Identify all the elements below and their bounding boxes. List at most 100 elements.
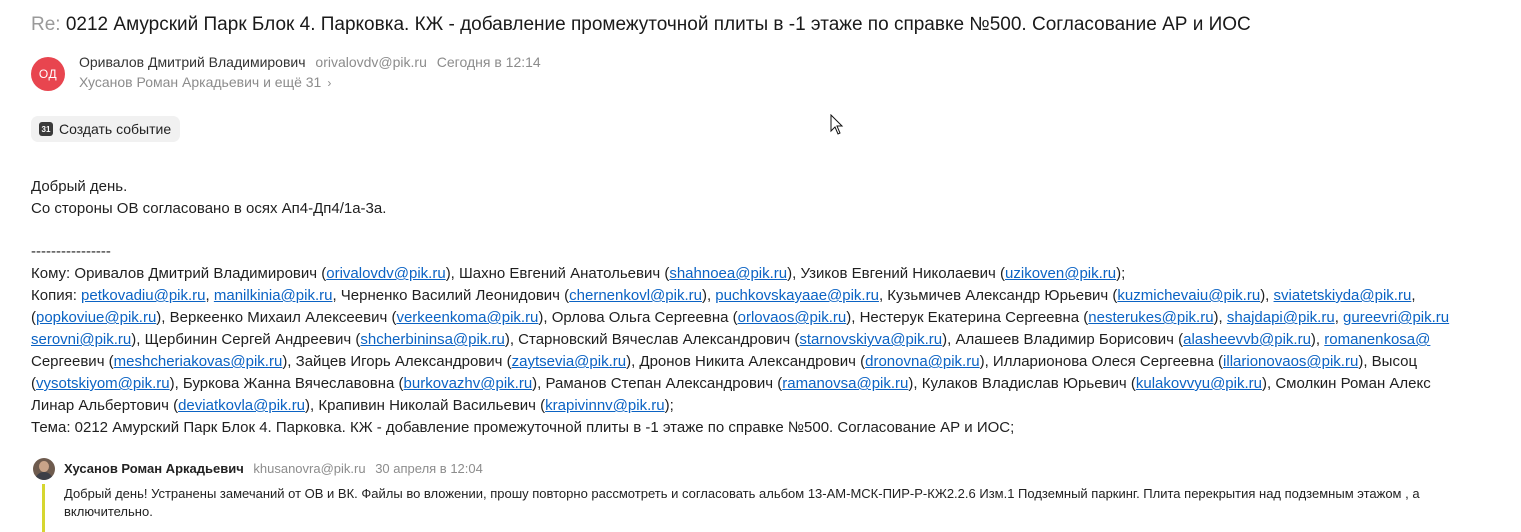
- email-link[interactable]: shajdapi@pik.ru: [1227, 309, 1335, 326]
- text: ),: [1310, 331, 1325, 348]
- email-link[interactable]: petkovadiu@pik.ru: [81, 287, 205, 304]
- text: ), Крапивин Николай Васильевич (: [305, 397, 546, 414]
- email-link[interactable]: ramanovsa@pik.ru: [782, 375, 908, 392]
- text: ), Высоц: [1358, 353, 1418, 370]
- email-link[interactable]: serovni@pik.ru: [31, 331, 131, 348]
- email-link[interactable]: burkovazhv@pik.ru: [404, 375, 533, 392]
- email-subject: Re: 0212 Амурский Парк Блок 4. Парковка.…: [31, 12, 1251, 38]
- create-event-label: Создать событие: [59, 121, 172, 137]
- text: , Кузьмичев Александр Юрьевич (: [878, 287, 1118, 304]
- text: ), Раманов Степан Александрович (: [532, 375, 783, 392]
- text: ,: [1334, 309, 1344, 326]
- text: ), Илларионова Олеся Сергеевна (: [979, 353, 1224, 370]
- message-body: Добрый день. Со стороны ОВ согласовано в…: [31, 176, 1521, 439]
- sender-address[interactable]: orivalovdv@pik.ru: [315, 54, 426, 70]
- quoted-message: Добрый день! Устранены замечаний от ОВ и…: [64, 485, 1521, 521]
- text: ), Шахно Евгений Анатольевич (: [445, 265, 670, 282]
- cc-recipients-line: Копия: petkovadiu@pik.ru, manilkinia@pik…: [31, 285, 1521, 307]
- email-link[interactable]: kuzmichevaiu@pik.ru: [1117, 287, 1260, 304]
- subject-text: 0212 Амурский Парк Блок 4. Парковка. КЖ …: [65, 14, 1251, 35]
- quote-bar: [42, 484, 45, 532]
- email-link[interactable]: dronovna@pik.ru: [865, 353, 979, 370]
- email-link[interactable]: uzikoven@pik.ru: [1005, 265, 1116, 282]
- email-link[interactable]: sviatetskiyda@pik.ru: [1274, 287, 1412, 304]
- cc-recipients-line: serovni@pik.ru), Щербинин Сергей Андреев…: [31, 329, 1521, 351]
- text: ), Смолкин Роман Алекс: [1261, 375, 1431, 392]
- text: ),: [1260, 287, 1274, 304]
- text: ,: [205, 287, 214, 304]
- separator: ----------------: [31, 243, 111, 260]
- cc-recipients-line: Линар Альбертович (deviatkovla@pik.ru), …: [31, 395, 1521, 417]
- create-event-button[interactable]: 31 Создать событие: [31, 116, 181, 142]
- subject-prefix: Re:: [31, 14, 61, 35]
- text: ),: [701, 287, 716, 304]
- recipients-summary[interactable]: Хусанов Роман Аркадьевич и ещё 31: [79, 74, 321, 90]
- quote-sender-address[interactable]: khusanovra@pik.ru: [253, 461, 365, 476]
- email-link[interactable]: alasheevvb@pik.ru: [1183, 331, 1311, 348]
- email-link[interactable]: kulakovvyu@pik.ru: [1136, 375, 1262, 392]
- quote-header: Хусанов Роман Аркадьевич khusanovra@pik.…: [64, 460, 483, 478]
- text: ), Алашеев Владимир Борисович (: [942, 331, 1184, 348]
- text: ), Веркеенко Михаил Алексеевич (: [156, 309, 397, 326]
- text: ), Зайцев Игорь Александрович (: [282, 353, 512, 370]
- email-link[interactable]: verkeenkoma@pik.ru: [396, 309, 538, 326]
- text: ), Старновский Вячеслав Александрович (: [504, 331, 800, 348]
- email-link[interactable]: krapivinnv@pik.ru: [545, 397, 664, 414]
- cc-recipients-line: Сергеевич (meshcheriakovas@pik.ru), Зайц…: [31, 351, 1521, 373]
- message-date: Сегодня в 12:14: [436, 54, 541, 70]
- email-link[interactable]: shcherbininsa@pik.ru: [360, 331, 504, 348]
- quote-sender-name[interactable]: Хусанов Роман Аркадьевич: [64, 461, 244, 476]
- email-link[interactable]: romanenkosa@: [1324, 331, 1430, 348]
- sender-name[interactable]: Оривалов Дмитрий Владимирович: [79, 54, 306, 70]
- text: );: [1116, 265, 1126, 282]
- email-link[interactable]: starnovskiyva@pik.ru: [799, 331, 942, 348]
- quote-date: 30 апреля в 12:04: [375, 461, 483, 476]
- email-link[interactable]: shahnoea@pik.ru: [669, 265, 787, 282]
- text: Кому: Оривалов Дмитрий Владимирович (: [31, 265, 327, 282]
- email-link[interactable]: zaytsevia@pik.ru: [512, 353, 626, 370]
- cc-recipients-line: (popkoviue@pik.ru), Веркеенко Михаил Але…: [31, 307, 1521, 329]
- sender-avatar[interactable]: ОД: [31, 57, 65, 91]
- email-link[interactable]: deviatkovla@pik.ru: [178, 397, 305, 414]
- text: ), Узиков Евгений Николаевич (: [787, 265, 1006, 282]
- greeting: Добрый день.: [31, 178, 128, 195]
- avatar-shirt: [35, 472, 53, 480]
- avatar-face: [39, 461, 49, 472]
- email-link[interactable]: manilkinia@pik.ru: [214, 287, 333, 304]
- recipients-toggle[interactable]: Хусанов Роман Аркадьевич и ещё 31 ›: [79, 73, 331, 92]
- quote-line: включительно.: [64, 504, 153, 519]
- sender-line: Оривалов Дмитрий Владимирович orivalovdv…: [79, 53, 541, 71]
- email-link[interactable]: vysotskiyom@pik.ru: [36, 375, 170, 392]
- text: ,: [1411, 287, 1416, 304]
- text: ), Буркова Жанна Вячеславовна (: [169, 375, 404, 392]
- email-link[interactable]: meshcheriakovas@pik.ru: [114, 353, 283, 370]
- text: Линар Альбертович (: [31, 397, 179, 414]
- email-link[interactable]: nesterukes@pik.ru: [1088, 309, 1213, 326]
- text: ), Щербинин Сергей Андреевич (: [131, 331, 361, 348]
- body-line: Со стороны ОВ согласовано в осях Ап4-Дп4…: [31, 200, 387, 217]
- text: ), Кулаков Владислав Юрьевич (: [908, 375, 1136, 392]
- text: Копия:: [31, 287, 82, 304]
- email-link[interactable]: gureevri@pik.ru: [1343, 309, 1449, 326]
- email-link[interactable]: chernenkovl@pik.ru: [569, 287, 702, 304]
- email-link[interactable]: puchkovskayaae@pik.ru: [715, 287, 879, 304]
- email-link[interactable]: illarionovaos@pik.ru: [1223, 353, 1358, 370]
- text: ), Орлова Ольга Сергеевна (: [538, 309, 738, 326]
- quote-line: Добрый день! Устранены замечаний от ОВ и…: [64, 486, 1420, 501]
- quote-sender-avatar[interactable]: [33, 458, 55, 480]
- cc-recipients-line: (vysotskiyom@pik.ru), Буркова Жанна Вяче…: [31, 373, 1521, 395]
- text: , Черненко Василий Леонидович (: [332, 287, 570, 304]
- chevron-right-icon[interactable]: ›: [327, 74, 331, 92]
- text: ), Нестерук Екатерина Сергеевна (: [846, 309, 1089, 326]
- email-link[interactable]: orlovaos@pik.ru: [738, 309, 847, 326]
- calendar-icon: 31: [39, 122, 53, 136]
- text: Сергеевич (: [31, 353, 114, 370]
- email-link[interactable]: orivalovdv@pik.ru: [326, 265, 445, 282]
- email-link[interactable]: popkoviue@pik.ru: [36, 309, 156, 326]
- mouse-cursor-icon: [830, 114, 844, 135]
- text: );: [664, 397, 674, 414]
- topic-line: Тема: 0212 Амурский Парк Блок 4. Парковк…: [31, 419, 1015, 436]
- to-recipients-line: Кому: Оривалов Дмитрий Владимирович (ori…: [31, 263, 1521, 285]
- text: ),: [1213, 309, 1227, 326]
- text: ), Дронов Никита Александрович (: [626, 353, 866, 370]
